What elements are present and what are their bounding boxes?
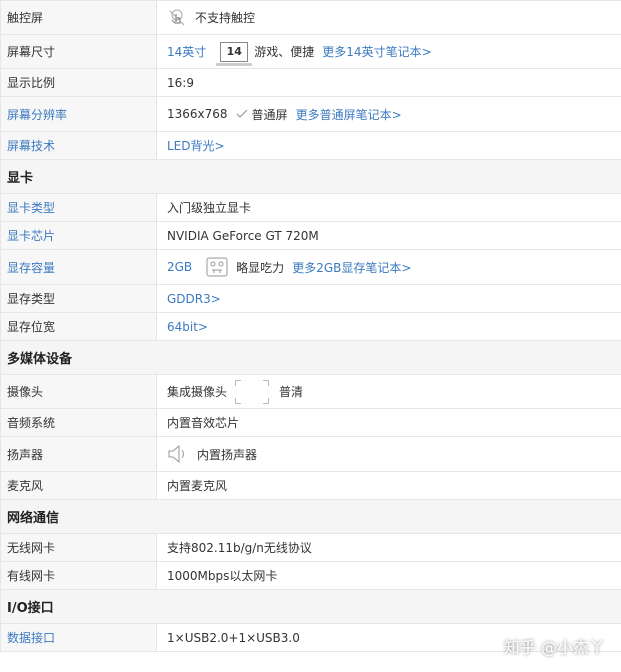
section-media: 多媒体设备 <box>1 341 621 375</box>
section-io: I/O接口 <box>1 590 621 624</box>
camera-quality: 普清 <box>279 385 304 399</box>
ratio-value: 16:9 <box>167 75 194 90</box>
audio-value: 内置音效芯片 <box>167 416 240 430</box>
row-value: 集成摄像头 普清 <box>157 375 621 408</box>
row-screen-size: 屏幕尺寸 14英寸 14 游戏、便捷 更多14英寸笔记本> <box>1 35 621 69</box>
check-icon <box>236 109 248 119</box>
row-label: 扬声器 <box>1 437 157 471</box>
row-screen-tech: 屏幕技术 LED背光> <box>1 132 621 160</box>
row-value: 2GB 略显吃力 更多2GB显存笔记本> <box>157 250 621 284</box>
data-port-label-link[interactable]: 数据接口 <box>1 624 157 651</box>
gamepad-icon <box>206 257 228 277</box>
camera-value: 集成摄像头 <box>167 385 228 399</box>
screen-tech-label-link[interactable]: 屏幕技术 <box>1 132 157 159</box>
speaker-value: 内置扬声器 <box>197 447 258 462</box>
row-resolution: 屏幕分辨率 1366x768 普通屏 更多普通屏笔记本> <box>1 97 621 132</box>
led-backlight-link[interactable]: LED背光> <box>167 137 225 154</box>
row-vram-bus: 显存位宽 64bit> <box>1 313 621 341</box>
touch-hand-icon <box>167 8 187 28</box>
speaker-icon <box>167 444 189 464</box>
row-value: LED背光> <box>157 132 621 159</box>
row-label: 音频系统 <box>1 409 157 436</box>
row-label: 显存类型 <box>1 285 157 312</box>
gpu-chip-label-link[interactable]: 显卡芯片 <box>1 222 157 249</box>
vram-value-link[interactable]: 2GB <box>167 260 192 274</box>
row-wifi: 无线网卡 支持802.11b/g/n无线协议 <box>1 534 621 562</box>
resolution-label-link[interactable]: 屏幕分辨率 <box>1 97 157 131</box>
row-value: 1366x768 普通屏 更多普通屏笔记本> <box>157 97 621 131</box>
gpu-type-value: 入门级独立显卡 <box>167 201 252 215</box>
vram-desc: 略显吃力 <box>236 260 285 275</box>
gpu-type-label-link[interactable]: 显卡类型 <box>1 194 157 221</box>
row-mic: 麦克风 内置麦克风 <box>1 472 621 500</box>
row-label: 麦克风 <box>1 472 157 499</box>
row-vram: 显存容量 2GB 略显吃力 更多2GB显存笔记本> <box>1 250 621 285</box>
gddr3-link[interactable]: GDDR3> <box>167 292 221 306</box>
row-ratio: 显示比例 16:9 <box>1 69 621 97</box>
touch-value: 不支持触控 <box>195 11 256 25</box>
laptop-size-icon: 14 <box>216 41 253 66</box>
row-label: 触控屏 <box>1 1 157 34</box>
row-gpu-chip: 显卡芯片 NVIDIA GeForce GT 720M <box>1 222 621 250</box>
row-audio: 音频系统 内置音效芯片 <box>1 409 621 437</box>
screen-size-desc: 游戏、便捷 <box>254 45 315 59</box>
mic-value: 内置麦克风 <box>167 479 228 493</box>
row-value: 内置扬声器 <box>157 437 621 471</box>
row-value: GDDR3> <box>157 285 621 312</box>
more-14inch-link[interactable]: 更多14英寸笔记本> <box>322 43 431 60</box>
row-gpu-type: 显卡类型 入门级独立显卡 <box>1 194 621 222</box>
camera-frame-icon <box>235 379 270 404</box>
row-label: 摄像头 <box>1 375 157 408</box>
row-label: 无线网卡 <box>1 534 157 561</box>
bus-width-link[interactable]: 64bit> <box>167 320 208 334</box>
row-vram-type: 显存类型 GDDR3> <box>1 285 621 313</box>
row-speaker: 扬声器 内置扬声器 <box>1 437 621 472</box>
screen-size-link[interactable]: 14英寸 <box>167 43 206 60</box>
row-label: 屏幕尺寸 <box>1 35 157 68</box>
vram-label-link[interactable]: 显存容量 <box>1 250 157 284</box>
row-label: 显示比例 <box>1 69 157 96</box>
more-2gb-link[interactable]: 更多2GB显存笔记本> <box>292 259 411 276</box>
row-lan: 有线网卡 1000Mbps以太网卡 <box>1 562 621 590</box>
gpu-chip-value: NVIDIA GeForce GT 720M <box>167 228 319 243</box>
row-camera: 摄像头 集成摄像头 普清 <box>1 375 621 409</box>
row-touch: 触控屏 不支持触控 <box>1 1 621 35</box>
row-label: 显存位宽 <box>1 313 157 340</box>
row-value: 64bit> <box>157 313 621 340</box>
more-normal-screen-link[interactable]: 更多普通屏笔记本> <box>296 106 402 123</box>
section-network: 网络通信 <box>1 500 621 534</box>
resolution-value: 1366x768 <box>167 107 228 121</box>
zhihu-watermark: 知乎 @小杰丫 <box>503 638 605 657</box>
screen-type-text: 普通屏 <box>251 107 288 122</box>
row-value: 14英寸 14 游戏、便捷 更多14英寸笔记本> <box>157 35 621 68</box>
row-label: 有线网卡 <box>1 562 157 589</box>
section-gpu: 显卡 <box>1 160 621 194</box>
wifi-value: 支持802.11b/g/n无线协议 <box>167 541 312 555</box>
row-value: 不支持触控 <box>157 1 621 34</box>
spec-table: 触控屏 不支持触控 屏幕尺寸 14英寸 14 游戏、便捷 更多14英寸笔记本> … <box>0 0 621 652</box>
lan-value: 1000Mbps以太网卡 <box>167 569 278 583</box>
